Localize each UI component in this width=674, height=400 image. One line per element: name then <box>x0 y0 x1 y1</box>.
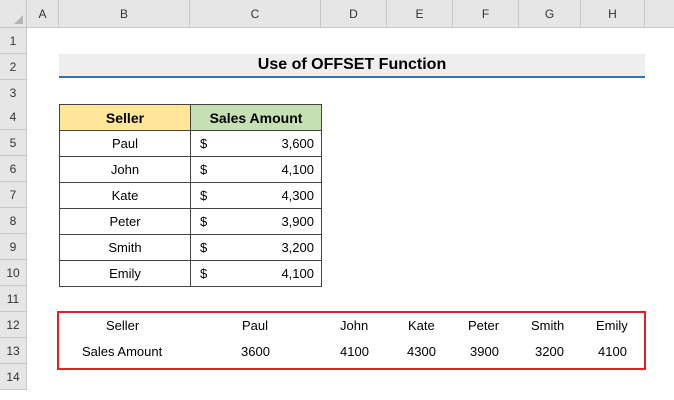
amount-cell[interactable]: $3,600 <box>190 130 322 157</box>
amount-value: 4,100 <box>281 266 314 281</box>
currency-symbol: $ <box>200 214 208 229</box>
row-header-9[interactable]: 9 <box>0 234 27 260</box>
column-header-i[interactable] <box>645 0 674 28</box>
column-header-d[interactable]: D <box>321 0 387 28</box>
result-seller-cell[interactable]: Kate <box>408 318 435 333</box>
amount-cell[interactable]: $4,100 <box>190 156 322 183</box>
currency-symbol: $ <box>200 136 208 151</box>
row-header-7[interactable]: 7 <box>0 182 27 208</box>
sheet-title[interactable]: Use of OFFSET Function <box>59 54 645 78</box>
table-row: Paul $3,600 <box>59 130 322 157</box>
currency-symbol: $ <box>200 162 208 177</box>
row-header-8[interactable]: 8 <box>0 208 27 234</box>
result-seller-cell[interactable]: Paul <box>242 318 268 333</box>
result-seller-cell[interactable]: Smith <box>531 318 564 333</box>
column-header-f[interactable]: F <box>453 0 519 28</box>
seller-header[interactable]: Seller <box>59 104 191 131</box>
column-header-g[interactable]: G <box>519 0 581 28</box>
column-header-a[interactable]: A <box>27 0 59 28</box>
seller-cell[interactable]: Peter <box>59 208 191 235</box>
seller-cell[interactable]: Kate <box>59 182 191 209</box>
seller-cell[interactable]: Emily <box>59 260 191 287</box>
amount-cell[interactable]: $4,100 <box>190 260 322 287</box>
select-all-corner[interactable] <box>0 0 27 28</box>
table-row: Kate $4,300 <box>59 182 322 209</box>
result-amount-cell[interactable]: 4100 <box>598 344 627 359</box>
amount-value: 3,900 <box>281 214 314 229</box>
amount-value: 4,300 <box>281 188 314 203</box>
row-header-13[interactable]: 13 <box>0 338 27 364</box>
row-header-10[interactable]: 10 <box>0 260 27 286</box>
spreadsheet: A B C D E F G H 1 2 3 4 5 6 7 8 9 10 11 … <box>0 0 674 400</box>
row-header-4[interactable]: 4 <box>0 104 27 130</box>
row-header-1[interactable]: 1 <box>0 28 27 54</box>
amount-value: 3,600 <box>281 136 314 151</box>
amount-value: 4,100 <box>281 162 314 177</box>
result-seller-label[interactable]: Seller <box>106 318 139 333</box>
select-all-icon <box>14 15 23 24</box>
sales-amount-header[interactable]: Sales Amount <box>190 104 322 131</box>
table-row: Peter $3,900 <box>59 208 322 235</box>
row-header-2[interactable]: 2 <box>0 54 27 80</box>
currency-symbol: $ <box>200 188 208 203</box>
seller-cell[interactable]: Paul <box>59 130 191 157</box>
row-header-3[interactable]: 3 <box>0 80 27 106</box>
table-row: John $4,100 <box>59 156 322 183</box>
row-header-11[interactable]: 11 <box>0 286 27 312</box>
row-header-6[interactable]: 6 <box>0 156 27 182</box>
amount-cell[interactable]: $4,300 <box>190 182 322 209</box>
result-sales-amount-label[interactable]: Sales Amount <box>82 344 162 359</box>
result-amount-cell[interactable]: 3600 <box>241 344 270 359</box>
table-row: Emily $4,100 <box>59 260 322 287</box>
result-seller-cell[interactable]: Emily <box>596 318 628 333</box>
row-header-5[interactable]: 5 <box>0 130 27 156</box>
row-header-12[interactable]: 12 <box>0 312 27 338</box>
table-row: Smith $3,200 <box>59 234 322 261</box>
column-header-b[interactable]: B <box>59 0 190 28</box>
column-header-h[interactable]: H <box>581 0 645 28</box>
amount-cell[interactable]: $3,900 <box>190 208 322 235</box>
amount-cell[interactable]: $3,200 <box>190 234 322 261</box>
result-amount-cell[interactable]: 4100 <box>340 344 369 359</box>
amount-value: 3,200 <box>281 240 314 255</box>
seller-cell[interactable]: John <box>59 156 191 183</box>
result-seller-cell[interactable]: Peter <box>468 318 499 333</box>
column-header-e[interactable]: E <box>387 0 453 28</box>
result-amount-cell[interactable]: 3900 <box>470 344 499 359</box>
result-amount-cell[interactable]: 3200 <box>535 344 564 359</box>
sales-table: Seller Sales Amount Paul $3,600 John $4,… <box>59 104 322 287</box>
result-seller-cell[interactable]: John <box>340 318 368 333</box>
result-amount-cell[interactable]: 4300 <box>407 344 436 359</box>
currency-symbol: $ <box>200 240 208 255</box>
column-header-c[interactable]: C <box>190 0 321 28</box>
seller-cell[interactable]: Smith <box>59 234 191 261</box>
table-header-row: Seller Sales Amount <box>59 104 322 131</box>
row-header-14[interactable]: 14 <box>0 364 27 390</box>
currency-symbol: $ <box>200 266 208 281</box>
